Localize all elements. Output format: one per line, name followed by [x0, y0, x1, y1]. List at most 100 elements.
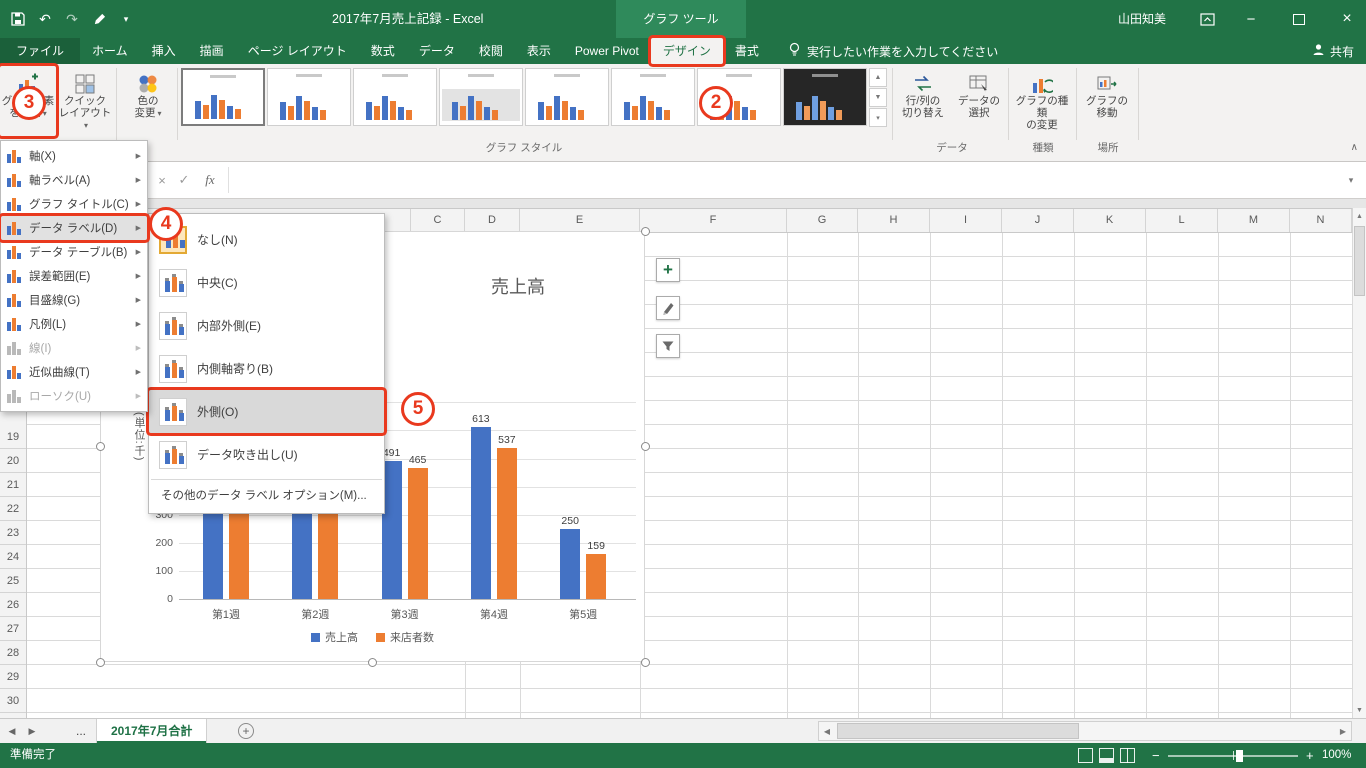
submenu-item-外側(O)[interactable]: 外側(O)	[149, 390, 384, 433]
menu-item-近似曲線(T)[interactable]: 近似曲線(T) ▶	[1, 360, 147, 384]
chart-style-2[interactable]	[267, 68, 351, 126]
chart-styles-button[interactable]	[656, 296, 680, 320]
chart-style-3[interactable]	[353, 68, 437, 126]
column-header-H[interactable]: H	[858, 209, 930, 232]
column-header-M[interactable]: M	[1218, 209, 1290, 232]
sheet-nav-right-icon[interactable]: ▶	[24, 719, 40, 743]
column-header-N[interactable]: N	[1290, 209, 1352, 232]
insert-function-icon[interactable]: fx	[198, 162, 222, 198]
sheet-tab-active[interactable]: 2017年7月合計	[96, 719, 208, 743]
enter-check-icon[interactable]: ✓	[174, 162, 194, 198]
new-sheet-button[interactable]: +	[238, 723, 254, 739]
tell-me-box[interactable]: 実行したい作業を入力してください	[788, 38, 998, 64]
undo-icon[interactable]: ↶	[37, 11, 53, 27]
submenu-item-内側軸寄り(B)[interactable]: 内側軸寄り(B)	[149, 347, 384, 390]
sheet-tab-ellipsis[interactable]: ...	[76, 719, 86, 743]
change-chart-type-button[interactable]: グラフの種類 の変更	[1012, 66, 1072, 136]
ribbon-tab-表示[interactable]: 表示	[515, 38, 563, 64]
menu-item-軸ラベル(A)[interactable]: 軸ラベル(A) ▶	[1, 168, 147, 192]
chart-style-8[interactable]	[783, 68, 867, 126]
share-button[interactable]: 共有	[1312, 38, 1354, 64]
row-header-25[interactable]: 25	[0, 569, 26, 593]
row-header-19[interactable]: 19	[0, 425, 26, 449]
row-header-30[interactable]: 30	[0, 689, 26, 713]
column-header-G[interactable]: G	[787, 209, 858, 232]
ribbon-display-options-icon[interactable]	[1190, 0, 1224, 38]
bar-来店者数-第5週[interactable]	[586, 554, 607, 599]
chart-selection-handle[interactable]	[96, 658, 105, 667]
menu-item-誤差範囲(E)[interactable]: 誤差範囲(E) ▶	[1, 264, 147, 288]
ribbon-tab-ページ レイアウト[interactable]: ページ レイアウト	[236, 38, 359, 64]
save-icon[interactable]	[10, 11, 26, 27]
chart-selection-handle[interactable]	[368, 658, 377, 667]
ribbon-tab-描画[interactable]: 描画	[188, 38, 236, 64]
chart-style-5[interactable]	[525, 68, 609, 126]
bar-来店者数-第4週[interactable]	[496, 448, 517, 599]
menu-item-グラフ タイトル(C)[interactable]: グラフ タイトル(C) ▶	[1, 192, 147, 216]
menu-item-凡例(L)[interactable]: 凡例(L) ▶	[1, 312, 147, 336]
bar-売上高-第5週[interactable]	[560, 528, 581, 599]
zoom-in-button[interactable]: +	[1306, 743, 1314, 768]
collapse-ribbon-icon[interactable]: ∧	[1351, 142, 1358, 153]
submenu-item-中央(C)[interactable]: 中央(C)	[149, 261, 384, 304]
column-header-E[interactable]: E	[520, 209, 640, 232]
gallery-scroll-down-icon[interactable]: ▼	[869, 88, 887, 107]
gallery-more-icon[interactable]: ▾	[869, 108, 887, 127]
sheet-nav-left-icon[interactable]: ◀	[4, 719, 20, 743]
ribbon-tab-ホーム[interactable]: ホーム	[80, 38, 140, 64]
close-button[interactable]: ×	[1330, 0, 1364, 38]
row-header-20[interactable]: 20	[0, 449, 26, 473]
column-header-F[interactable]: F	[640, 209, 787, 232]
row-header-21[interactable]: 21	[0, 473, 26, 497]
normal-view-icon[interactable]	[1078, 748, 1093, 763]
row-header-26[interactable]: 26	[0, 593, 26, 617]
row-header-29[interactable]: 29	[0, 665, 26, 689]
chart-selection-handle[interactable]	[641, 658, 650, 667]
minimize-button[interactable]: −	[1234, 0, 1268, 38]
row-header-28[interactable]: 28	[0, 641, 26, 665]
quick-layout-button[interactable]: クイック レイアウト▾	[57, 66, 113, 136]
select-data-button[interactable]: データの 選択	[952, 66, 1006, 136]
row-header-22[interactable]: 22	[0, 497, 26, 521]
menu-item-データ ラベル(D)[interactable]: データ ラベル(D) ▶	[1, 216, 147, 240]
user-name[interactable]: 山田知美	[1118, 0, 1166, 38]
bar-売上高-第4週[interactable]	[470, 426, 491, 599]
menu-item-軸(X)[interactable]: 軸(X) ▶	[1, 144, 147, 168]
zoom-slider-thumb[interactable]	[1236, 750, 1243, 762]
ribbon-tab-校閲[interactable]: 校閲	[467, 38, 515, 64]
ribbon-tab-書式[interactable]: 書式	[723, 38, 771, 64]
switch-row-column-button[interactable]: 行/列の 切り替え	[896, 66, 950, 136]
chart-value-axis-title[interactable]: 円(単位:千)	[131, 400, 147, 550]
submenu-item-データ吹き出し(U)[interactable]: データ吹き出し(U)	[149, 433, 384, 476]
ribbon-tab-挿入[interactable]: 挿入	[140, 38, 188, 64]
chart-selection-handle[interactable]	[641, 442, 650, 451]
chart-style-6[interactable]	[611, 68, 695, 126]
legend-entry-来店者数[interactable]: 来店者数	[376, 629, 434, 645]
cancel-icon[interactable]: ×	[152, 162, 172, 198]
column-header-C[interactable]: C	[410, 209, 465, 232]
change-colors-button[interactable]: 色の 変更 ▾	[120, 66, 176, 136]
menu-item-データ テーブル(B)[interactable]: データ テーブル(B) ▶	[1, 240, 147, 264]
ribbon-tab-Power Pivot[interactable]: Power Pivot	[563, 38, 651, 64]
gallery-scroll-up-icon[interactable]: ▲	[869, 68, 887, 87]
chart-selection-handle[interactable]	[641, 227, 650, 236]
move-chart-button[interactable]: グラフの 移動	[1080, 66, 1134, 136]
column-header-D[interactable]: D	[465, 209, 520, 232]
chart-style-1[interactable]	[181, 68, 265, 126]
chart-category-axis[interactable]	[179, 599, 636, 600]
ribbon-tab-file[interactable]: ファイル	[0, 38, 81, 64]
legend-entry-売上高[interactable]: 売上高	[311, 629, 358, 645]
submenu-item-内部外側(E)[interactable]: 内部外側(E)	[149, 304, 384, 347]
scroll-up-icon[interactable]: ▲	[1353, 208, 1366, 224]
scroll-right-icon[interactable]: ▶	[1335, 722, 1351, 740]
submenu-item-なし(N)[interactable]: なし(N)	[149, 218, 384, 261]
ribbon-tab-デザイン[interactable]: デザイン	[650, 38, 723, 64]
row-header-24[interactable]: 24	[0, 545, 26, 569]
submenu-item-more-options[interactable]: その他のデータ ラベル オプション(M)...	[149, 483, 384, 509]
pen-mode-icon[interactable]	[91, 11, 107, 27]
zoom-level[interactable]: 100%	[1322, 743, 1351, 768]
zoom-out-button[interactable]: −	[1152, 743, 1160, 768]
column-header-K[interactable]: K	[1074, 209, 1146, 232]
chart-selection-handle[interactable]	[96, 442, 105, 451]
row-header-27[interactable]: 27	[0, 617, 26, 641]
